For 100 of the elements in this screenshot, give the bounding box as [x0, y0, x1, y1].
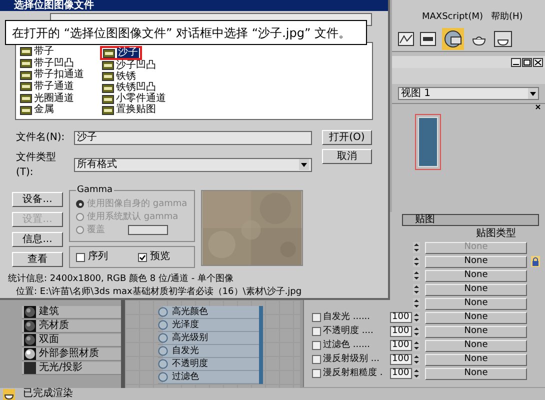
- map-slot-button[interactable]: None: [425, 312, 527, 324]
- image-stats: 统计信息: 2400x1800, RGB 颜色 8 位/通道 - 单个图像: [8, 274, 234, 285]
- node-slot-label: 过滤色: [172, 372, 199, 382]
- material-list-item[interactable]: 建筑: [22, 306, 121, 319]
- image-file-icon: [102, 84, 114, 93]
- menu-item[interactable]: MAXScript(M): [422, 11, 483, 25]
- sequence-checkbox[interactable]: 序列: [76, 252, 108, 262]
- spinner-arrows-icon[interactable]: [413, 256, 420, 267]
- file-item[interactable]: 带子扣通道: [20, 69, 84, 82]
- lock-icon[interactable]: [531, 256, 540, 267]
- image-file-icon: [103, 48, 115, 58]
- map-slot-button[interactable]: None: [425, 284, 527, 296]
- graph-icon[interactable]: [398, 32, 414, 46]
- amount-field[interactable]: 100: [390, 354, 412, 365]
- node-slot-label: 光泽度: [172, 320, 199, 330]
- file-item[interactable]: 沙子凹凸: [102, 60, 156, 72]
- map-slot-button[interactable]: None: [425, 298, 527, 310]
- image-file-icon: [102, 106, 114, 115]
- material-list-item[interactable]: 无光/投影: [22, 362, 121, 375]
- material-list-item[interactable]: 双面: [22, 334, 121, 347]
- amount-field[interactable]: 100: [390, 340, 412, 351]
- file-item[interactable]: 带子凹凸: [20, 58, 74, 70]
- spinner-arrows-icon[interactable]: [413, 270, 420, 281]
- side-button[interactable]: 信息...: [12, 232, 63, 247]
- amount-field[interactable]: 100: [390, 368, 412, 379]
- map-checkbox[interactable]: [312, 369, 321, 378]
- image-file-icon: [20, 47, 32, 56]
- spinner-arrows-icon[interactable]: [413, 354, 420, 365]
- side-button[interactable]: 设备...: [12, 192, 63, 207]
- minimize-icon[interactable]: [511, 58, 521, 66]
- teapot-icon[interactable]: [3, 388, 15, 400]
- file-item[interactable]: 带子通道: [20, 81, 74, 93]
- file-type-label: 文件类型(T):: [16, 150, 57, 180]
- material-list-item[interactable]: 亮材质: [22, 320, 121, 333]
- node-slot-label: 高光颜色: [172, 308, 208, 316]
- view-dropdown[interactable]: 视图 1: [398, 87, 539, 100]
- maps-rollout-header[interactable]: 贴图: [402, 214, 539, 226]
- map-checkbox[interactable]: [312, 313, 321, 322]
- panel-icon[interactable]: [420, 32, 436, 46]
- spinner-arrows-icon[interactable]: [413, 284, 420, 295]
- file-item[interactable]: 带子: [20, 46, 54, 58]
- file-item[interactable]: 小零件通道: [102, 94, 166, 105]
- close-icon[interactable]: [535, 104, 541, 110]
- file-item[interactable]: 置换贴图: [102, 104, 156, 116]
- sphere-icon: [24, 334, 36, 346]
- radio-label: 使用系统默认 gamma: [87, 212, 178, 222]
- map-type-header: 贴图类型: [476, 228, 516, 238]
- render-setup-icon[interactable]: [442, 28, 464, 50]
- map-slot-button[interactable]: None: [425, 368, 527, 380]
- spinner-arrows-icon[interactable]: [413, 242, 420, 253]
- spinner-arrows-icon[interactable]: [413, 326, 420, 337]
- gamma-value-field[interactable]: [128, 225, 168, 235]
- map-channel-label: 漫反射粗糙度 .: [323, 369, 383, 378]
- open-button[interactable]: 打开(O): [322, 130, 372, 145]
- status-text: 已完成渲染: [23, 389, 73, 399]
- map-slot-button[interactable]: None: [425, 340, 527, 352]
- file-item[interactable]: 金属: [20, 104, 54, 116]
- material-list-item[interactable]: 外部参照材质: [22, 348, 121, 361]
- amount-field[interactable]: 100: [390, 312, 412, 323]
- spinner-arrows-icon[interactable]: [413, 340, 420, 351]
- sphere-icon: [24, 348, 36, 360]
- amount-field[interactable]: 100: [390, 326, 412, 337]
- node-slot-label: 高光级别: [172, 334, 208, 342]
- spinner-arrows-icon[interactable]: [413, 298, 420, 309]
- map-slot-button[interactable]: None: [425, 354, 527, 366]
- map-channel-label: 过滤色 ......: [323, 341, 370, 350]
- image-file-icon: [20, 106, 32, 115]
- map-channel-label: 漫反射级别 ...: [323, 355, 380, 364]
- file-item[interactable]: 铁锈凹凸: [102, 82, 156, 94]
- map-checkbox[interactable]: [312, 341, 321, 350]
- map-checkbox[interactable]: [312, 327, 321, 336]
- spinner-arrows-icon[interactable]: [413, 312, 420, 323]
- map-slot-button[interactable]: None: [425, 326, 527, 338]
- square-icon: [24, 362, 36, 374]
- file-name-field[interactable]: 沙子: [74, 130, 312, 144]
- sphere-icon: [24, 306, 36, 318]
- image-file-icon: [102, 94, 114, 104]
- side-button[interactable]: 查看: [12, 252, 63, 267]
- file-name-label: 文件名(N):: [16, 130, 66, 145]
- preview-checkbox[interactable]: 预览: [138, 252, 170, 262]
- file-item[interactable]: 光圈通道: [20, 92, 74, 104]
- map-slot-button[interactable]: None: [425, 256, 527, 268]
- file-item[interactable]: 铁锈: [102, 71, 136, 83]
- sphere-icon: [24, 320, 36, 332]
- file-location: 位置: E:\许苗\名师\3ds max基础材质初学者必读（16）\素材\沙子.jpg: [15, 287, 303, 298]
- menu-item[interactable]: 帮助(H): [490, 11, 523, 25]
- file-type-dropdown[interactable]: 所有格式: [74, 158, 312, 172]
- image-file-icon: [102, 72, 114, 82]
- maximize-icon[interactable]: [522, 58, 532, 66]
- close-icon[interactable]: [533, 58, 543, 66]
- material-node[interactable]: [418, 117, 438, 167]
- teapot-icon[interactable]: [494, 30, 512, 46]
- image-file-icon: [20, 59, 32, 68]
- cancel-button[interactable]: 取消: [322, 149, 372, 164]
- spinner-arrows-icon[interactable]: [413, 368, 420, 379]
- map-checkbox[interactable]: [312, 355, 321, 364]
- map-slot-button[interactable]: None: [425, 270, 527, 282]
- node-slot-label: 自发光: [172, 346, 199, 356]
- radio-label: 覆盖: [87, 226, 105, 234]
- image-file-icon: [20, 94, 32, 104]
